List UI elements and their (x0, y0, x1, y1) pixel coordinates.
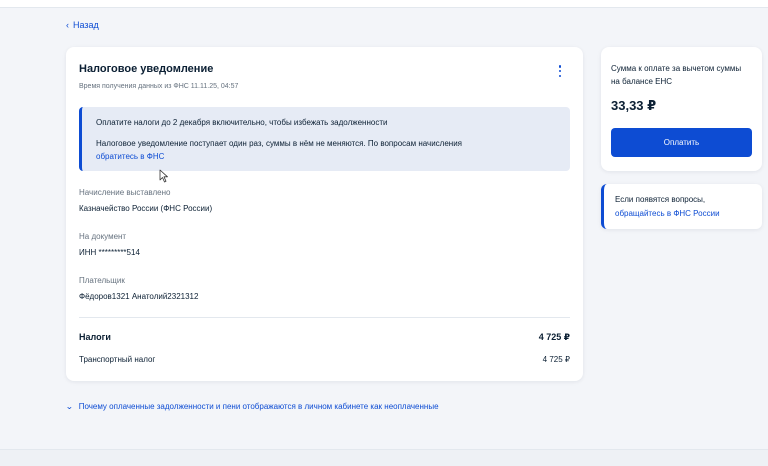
notice-title: Налоговое уведомление (79, 63, 214, 75)
alert-deadline-text: Оплатите налоги до 2 декабря включительн… (96, 118, 388, 127)
contact-fns-link[interactable]: обратитесь в ФНС (96, 152, 164, 161)
payment-card: Сумма к оплате за вычетом суммы на балан… (601, 47, 762, 171)
payment-label: Сумма к оплате за вычетом суммы на балан… (611, 64, 742, 86)
tax-item-name: Транспортный налог (79, 355, 156, 364)
chevron-left-icon: ‹ (66, 19, 69, 30)
divider (79, 317, 570, 318)
faq-expander[interactable]: ⌄ Почему оплаченные задолженности и пени… (65, 401, 439, 411)
tax-item-amount: 4 725 ₽ (542, 355, 570, 364)
deadline-alert: Оплатите налоги до 2 декабря включительн… (79, 107, 570, 171)
help-text: Если появятся вопросы, (615, 195, 706, 204)
payer-value: Фёдоров1321 Анатолий2321312 (79, 292, 199, 301)
payer-label: Плательщик (79, 276, 125, 285)
back-link-label: Назад (73, 20, 99, 30)
taxes-total: 4 725 ₽ (538, 332, 570, 342)
chevron-down-icon: ⌄ (65, 401, 74, 411)
alert-info-text: Налоговое уведомление поступает один раз… (96, 139, 462, 148)
document-label: На документ (79, 232, 127, 241)
accrual-issuer-value: Казначейство России (ФНС России) (79, 204, 213, 213)
taxes-heading: Налоги (79, 332, 111, 342)
more-options-icon[interactable] (556, 65, 564, 77)
top-bar (0, 0, 768, 8)
footer-bar (0, 449, 768, 466)
contact-fns-russia-link[interactable]: обращайтесь в ФНС России (615, 209, 720, 218)
notice-card: Налоговое уведомление Время получения да… (66, 47, 583, 381)
help-card: Если появятся вопросы, обращайтесь в ФНС… (601, 184, 762, 229)
payment-amount: 33,33 ₽ (611, 98, 657, 113)
accrual-issuer-label: Начисление выставлено (79, 188, 171, 197)
document-value: ИНН *********514 (79, 248, 140, 257)
faq-label: Почему оплаченные задолженности и пени о… (78, 402, 439, 411)
mouse-cursor-icon (159, 169, 168, 183)
notice-timestamp: Время получения данных из ФНС 11.11.25, … (79, 83, 239, 90)
pay-button[interactable]: Оплатить (611, 128, 752, 157)
back-link[interactable]: ‹ Назад (66, 20, 99, 30)
